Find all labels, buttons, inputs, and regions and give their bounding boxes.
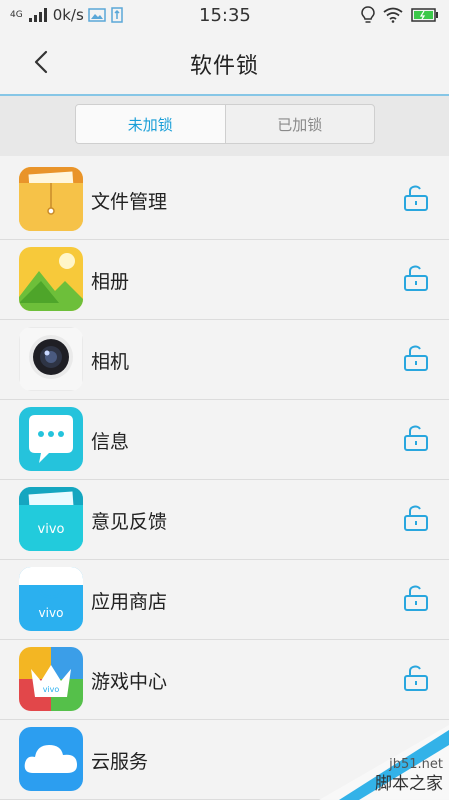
unlock-icon[interactable] — [403, 264, 429, 292]
vivo-logo: vivo — [43, 685, 60, 694]
list-item[interactable]: vivo 应用商店 — [0, 560, 449, 640]
vivo-logo: vivo — [39, 606, 64, 620]
game-center-icon: vivo — [19, 647, 83, 711]
vivo-logo: vivo — [38, 522, 65, 537]
camera-icon — [19, 327, 83, 391]
app-name: 云服务 — [91, 751, 149, 773]
app-store-icon: vivo — [19, 567, 83, 631]
watermark-name: 脚本之家 — [375, 774, 443, 794]
cloud-service-icon — [19, 727, 83, 791]
file-manager-icon — [19, 167, 83, 231]
network-type: 4G — [10, 10, 23, 20]
list-item[interactable]: 文件管理 — [0, 160, 449, 240]
list-item[interactable]: 相册 — [0, 240, 449, 320]
app-name: 相册 — [91, 271, 130, 293]
usb-icon — [111, 7, 123, 23]
app-name: 文件管理 — [91, 191, 168, 213]
unlock-icon[interactable] — [403, 184, 429, 212]
app-list: 文件管理 相册 相机 信息 vivo 意见反馈 vivo 应用商店 vivo 游… — [0, 160, 449, 800]
gallery-icon — [19, 247, 83, 311]
list-item[interactable]: vivo 意见反馈 — [0, 480, 449, 560]
battery-icon — [411, 8, 438, 22]
app-name: 应用商店 — [91, 591, 168, 613]
list-item[interactable]: 相机 — [0, 320, 449, 400]
app-name: 信息 — [91, 431, 130, 453]
app-name: 游戏中心 — [91, 671, 168, 693]
app-name: 相机 — [91, 351, 130, 373]
list-item[interactable]: vivo 游戏中心 — [0, 640, 449, 720]
unlock-icon[interactable] — [403, 664, 429, 692]
app-header: 软件锁 — [0, 30, 449, 96]
signal-icon — [28, 8, 47, 22]
list-item[interactable]: 信息 — [0, 400, 449, 480]
app-name: 意见反馈 — [91, 511, 168, 533]
status-bar: 4G 0k/s 15:35 — [0, 0, 449, 30]
unlock-icon[interactable] — [403, 424, 429, 452]
status-left: 4G 0k/s — [10, 6, 124, 24]
feedback-icon: vivo — [19, 487, 83, 551]
network-speed: 0k/s — [52, 6, 84, 24]
unlock-icon[interactable] — [403, 344, 429, 372]
clock: 15:35 — [199, 5, 251, 26]
image-notification-icon — [88, 8, 106, 22]
unlock-icon[interactable] — [403, 584, 429, 612]
segmented-tabs: 未加锁 已加锁 — [75, 104, 375, 144]
tab-band: 未加锁 已加锁 — [0, 96, 449, 156]
wifi-icon — [383, 7, 403, 23]
unlock-icon[interactable] — [403, 504, 429, 532]
status-right — [361, 6, 439, 24]
tab-unlocked[interactable]: 未加锁 — [76, 105, 226, 143]
messages-icon — [19, 407, 83, 471]
tab-locked[interactable]: 已加锁 — [226, 105, 375, 143]
page-title: 软件锁 — [189, 54, 259, 79]
lightbulb-icon — [361, 6, 375, 23]
